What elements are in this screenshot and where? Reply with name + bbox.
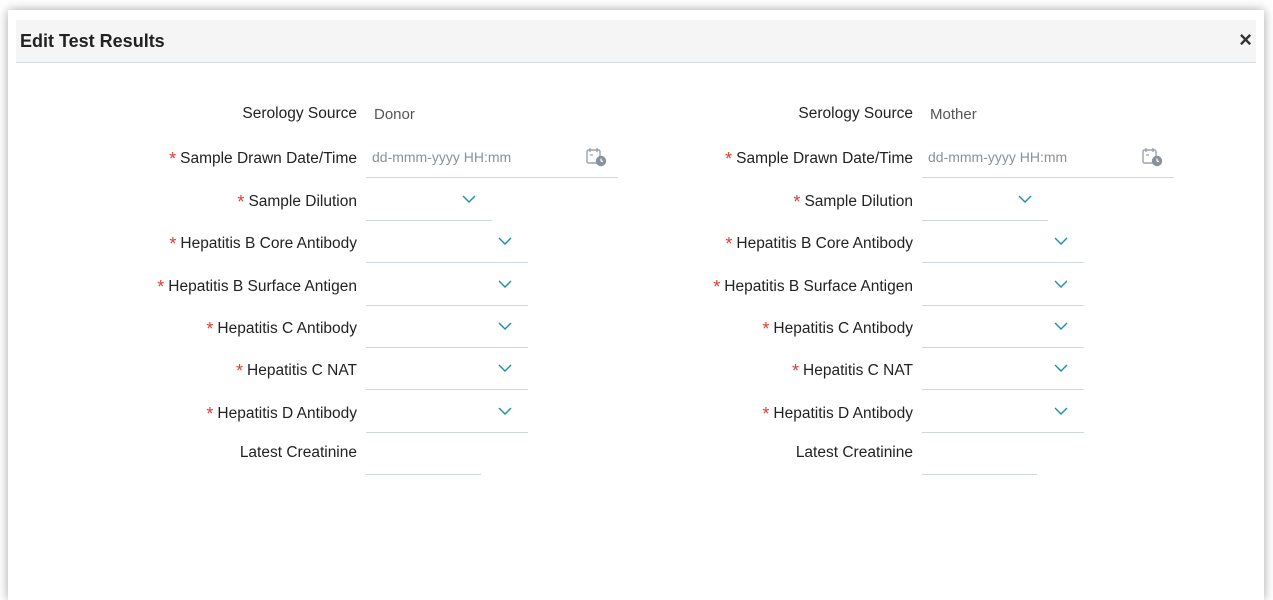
hep-d-antibody-label: * Hepatitis D Antibody bbox=[206, 403, 357, 424]
sample-dilution-label: * Sample Dilution bbox=[793, 191, 913, 212]
required-marker: * bbox=[713, 276, 721, 297]
sample-dilution-label: * Sample Dilution bbox=[237, 191, 357, 212]
donor-column: Serology Source Donor * Sample Drawn Date… bbox=[0, 95, 618, 477]
hep-c-antibody-select[interactable] bbox=[922, 307, 1084, 348]
sample-dilution-row: * Sample Dilution bbox=[556, 180, 1156, 222]
hep-d-antibody-select[interactable] bbox=[366, 392, 528, 433]
chevron-down-icon[interactable] bbox=[498, 280, 512, 289]
dialog-header: Edit Test Results × bbox=[16, 20, 1256, 63]
required-marker: * bbox=[206, 318, 214, 339]
hep-d-antibody-label: * Hepatitis D Antibody bbox=[762, 403, 913, 424]
chevron-down-icon[interactable] bbox=[498, 322, 512, 331]
sample-drawn-row: * Sample Drawn Date/Time dd-mmm-yyyy HH:m… bbox=[556, 137, 1174, 179]
hep-b-core-select[interactable] bbox=[366, 222, 528, 264]
sample-drawn-label: * Sample Drawn Date/Time bbox=[725, 149, 913, 170]
latest-creatinine-row: Latest Creatinine bbox=[556, 434, 1156, 476]
hep-b-surface-label: * Hepatitis B Surface Antigen bbox=[713, 276, 913, 297]
mother-column: Serology Source Mother * Sample Drawn Dat… bbox=[556, 95, 1174, 477]
chevron-down-icon[interactable] bbox=[1054, 322, 1068, 331]
serology-source-label: Serology Source bbox=[242, 105, 357, 122]
hep-d-antibody-select[interactable] bbox=[922, 392, 1084, 433]
hep-c-nat-label: * Hepatitis C NAT bbox=[792, 361, 913, 382]
hep-b-surface-label: * Hepatitis B Surface Antigen bbox=[157, 276, 357, 297]
required-marker: * bbox=[793, 191, 801, 212]
hep-c-antibody-row: * Hepatitis C Antibody bbox=[556, 307, 1156, 349]
hep-b-surface-row: * Hepatitis B Surface Antigen bbox=[556, 265, 1156, 307]
hep-d-antibody-row: * Hepatitis D Antibody bbox=[0, 392, 600, 434]
chevron-down-icon[interactable] bbox=[498, 364, 512, 373]
hep-b-core-label: * Hepatitis B Core Antibody bbox=[169, 234, 357, 255]
sample-dilution-select[interactable] bbox=[922, 180, 1048, 221]
sample-dilution-row: * Sample Dilution bbox=[0, 180, 600, 222]
required-marker: * bbox=[725, 234, 733, 255]
chevron-down-icon[interactable] bbox=[1054, 280, 1068, 289]
required-marker: * bbox=[236, 361, 244, 382]
hep-c-antibody-row: * Hepatitis C Antibody bbox=[0, 307, 600, 349]
hep-b-surface-row: * Hepatitis B Surface Antigen bbox=[0, 265, 600, 307]
sample-drawn-date-input[interactable]: dd-mmm-yyyy HH:mm bbox=[922, 137, 1174, 179]
hep-b-surface-select[interactable] bbox=[922, 265, 1084, 306]
calendar-clock-icon[interactable] bbox=[1142, 147, 1164, 167]
hep-c-antibody-label: * Hepatitis C Antibody bbox=[206, 318, 357, 339]
hep-c-nat-row: * Hepatitis C NAT bbox=[0, 349, 600, 391]
latest-creatinine-row: Latest Creatinine bbox=[0, 434, 600, 476]
sample-drawn-label: * Sample Drawn Date/Time bbox=[169, 149, 357, 170]
required-marker: * bbox=[762, 318, 770, 339]
latest-creatinine-label: Latest Creatinine bbox=[795, 444, 913, 462]
hep-b-core-label: * Hepatitis B Core Antibody bbox=[725, 234, 913, 255]
hep-d-antibody-row: * Hepatitis D Antibody bbox=[556, 392, 1156, 434]
hep-c-antibody-select[interactable] bbox=[366, 307, 528, 348]
chevron-down-icon[interactable] bbox=[498, 237, 512, 246]
serology-source-label: Serology Source bbox=[798, 105, 913, 122]
latest-creatinine-input[interactable] bbox=[366, 434, 481, 476]
required-marker: * bbox=[157, 276, 165, 297]
chevron-down-icon[interactable] bbox=[498, 407, 512, 416]
required-marker: * bbox=[762, 403, 770, 424]
hep-c-nat-row: * Hepatitis C NAT bbox=[556, 349, 1156, 391]
serology-source-row: Serology Source Donor bbox=[0, 95, 600, 137]
hep-b-core-row: * Hepatitis B Core Antibody bbox=[0, 222, 600, 264]
chevron-down-icon[interactable] bbox=[1054, 364, 1068, 373]
chevron-down-icon[interactable] bbox=[1054, 407, 1068, 416]
sample-drawn-row: * Sample Drawn Date/Time dd-mmm-yyyy HH:m… bbox=[0, 137, 618, 179]
required-marker: * bbox=[169, 234, 177, 255]
latest-creatinine-label: Latest Creatinine bbox=[239, 444, 357, 462]
latest-creatinine-input[interactable] bbox=[922, 434, 1037, 476]
date-placeholder: dd-mmm-yyyy HH:mm bbox=[372, 149, 512, 166]
required-marker: * bbox=[725, 149, 733, 170]
dialog-title: Edit Test Results bbox=[20, 31, 165, 51]
required-marker: * bbox=[237, 191, 245, 212]
required-marker: * bbox=[206, 403, 214, 424]
required-marker: * bbox=[169, 149, 177, 170]
hep-c-antibody-label: * Hepatitis C Antibody bbox=[762, 318, 913, 339]
hep-c-nat-label: * Hepatitis C NAT bbox=[236, 361, 357, 382]
serology-source-value: Donor bbox=[374, 106, 415, 123]
chevron-down-icon[interactable] bbox=[1054, 237, 1068, 246]
sample-dilution-select[interactable] bbox=[366, 180, 492, 221]
serology-source-value: Mother bbox=[930, 106, 977, 123]
hep-c-nat-select[interactable] bbox=[366, 349, 528, 391]
hep-b-core-row: * Hepatitis B Core Antibody bbox=[556, 222, 1156, 264]
hep-b-core-select[interactable] bbox=[922, 222, 1084, 264]
date-placeholder: dd-mmm-yyyy HH:mm bbox=[928, 149, 1068, 166]
chevron-down-icon[interactable] bbox=[462, 195, 476, 204]
serology-source-row: Serology Source Mother bbox=[556, 95, 1156, 137]
hep-b-surface-select[interactable] bbox=[366, 265, 528, 306]
hep-c-nat-select[interactable] bbox=[922, 349, 1084, 391]
close-icon[interactable]: × bbox=[1239, 29, 1252, 51]
required-marker: * bbox=[792, 361, 800, 382]
chevron-down-icon[interactable] bbox=[1018, 195, 1032, 204]
